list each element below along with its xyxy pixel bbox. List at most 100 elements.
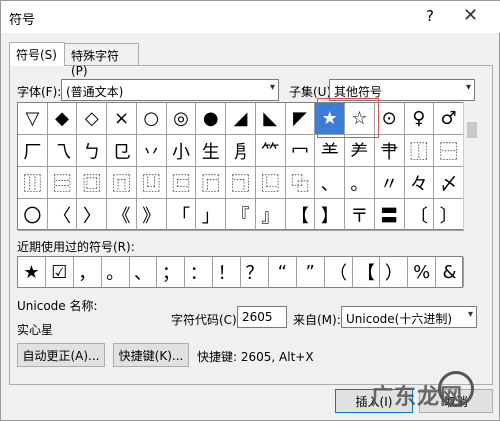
recent-symbol-cell[interactable]: 【 <box>353 257 381 287</box>
symbol-cell[interactable]: 々 <box>404 167 435 199</box>
symbol-grid: ▽ ◆ ◇ × ○ ◎ ● ◢ ◣ ◤ ★ ☆ ⊙ ♀ ♂ 厂乁ㄅ㔾丷小生㐆⺮冖⺷⺶⺺⿰⿱⿲⿳⿴⿵⿶⿷⿸⿹⿺⿻… <box>17 102 479 231</box>
recent-symbol-cell[interactable]: ” <box>297 257 325 287</box>
symbol-cell[interactable]: ◤ <box>285 103 316 135</box>
symbol-cell[interactable]: ⿷ <box>166 167 197 199</box>
symbol-cell[interactable]: ◎ <box>166 103 197 135</box>
symbol-cell[interactable]: 〈 <box>47 199 78 231</box>
recent-symbol-cell[interactable]: 、 <box>130 257 158 287</box>
recent-symbol-cell[interactable]: ： <box>185 257 214 287</box>
recent-symbol-cell[interactable]: “ <box>269 257 297 287</box>
symbol-cell[interactable]: ⿱ <box>434 135 464 167</box>
dialog-title: 符号 <box>9 13 36 28</box>
tab-special-characters[interactable]: 特殊字符(P) <box>65 43 139 78</box>
recent-symbol-cell[interactable]: % <box>408 257 437 287</box>
recent-symbol-cell[interactable]: ） <box>380 257 409 287</box>
symbol-cell[interactable]: 〒 <box>345 199 375 231</box>
recent-symbol-cell[interactable]: ★ <box>18 257 46 287</box>
symbol-cell[interactable]: ♂ <box>434 103 464 135</box>
symbol-cell[interactable]: 丷 <box>136 135 167 167</box>
from-select[interactable]: Unicode(十六进制) ▾ <box>341 306 477 328</box>
scrollbar-thumb[interactable] <box>467 122 477 138</box>
recent-symbol-cell[interactable]: 。 <box>102 257 130 287</box>
symbol-cell[interactable]: ⿰ <box>404 135 435 167</box>
close-icon[interactable]: ✕ <box>463 5 478 26</box>
symbol-cell[interactable]: 《 <box>107 199 137 231</box>
symbol-cell[interactable]: 生 <box>196 135 227 167</box>
symbol-cell[interactable]: 冖 <box>285 135 316 167</box>
symbol-cell[interactable]: ◆ <box>47 103 78 135</box>
symbol-cell[interactable]: 〆 <box>434 167 464 199</box>
symbol-cell[interactable]: ◣ <box>255 103 286 135</box>
chevron-down-icon: ▾ <box>467 309 473 320</box>
symbol-cell[interactable]: × <box>107 103 137 135</box>
symbol-cell[interactable]: ⿻ <box>285 167 316 199</box>
symbol-cell[interactable]: ㄅ <box>77 135 108 167</box>
symbol-cell[interactable]: ⿹ <box>226 167 256 199</box>
symbol-cell[interactable]: 㐆 <box>226 135 256 167</box>
symbol-cell[interactable]: ◢ <box>226 103 256 135</box>
subset-select-value: 其他符号 <box>334 85 383 99</box>
recent-symbol-cell[interactable]: ！ <box>213 257 241 287</box>
recent-symbol-cell[interactable]: & <box>436 257 464 287</box>
recent-symbol-cell[interactable]: ？ <box>241 257 269 287</box>
watermark-logo <box>438 371 474 407</box>
symbol-cell[interactable]: ⿴ <box>77 167 108 199</box>
symbol-cell[interactable]: 厂 <box>18 135 48 167</box>
symbol-grid-scrollbar[interactable] <box>463 102 479 230</box>
symbol-cell[interactable]: ⺺ <box>374 135 405 167</box>
symbol-cell[interactable]: ♀ <box>404 103 435 135</box>
symbol-cell[interactable]: 〔 <box>404 199 435 231</box>
symbol-cell[interactable]: ⿸ <box>196 167 227 199</box>
symbol-cell[interactable]: ⿵ <box>107 167 137 199</box>
symbol-cell[interactable]: 『 <box>226 199 256 231</box>
shortcut-key-button[interactable]: 快捷键(K)... <box>113 343 189 367</box>
symbol-cell[interactable]: ◇ <box>77 103 108 135</box>
symbol-cell[interactable]: 」 <box>196 199 227 231</box>
recent-symbol-cell[interactable]: ； <box>157 257 186 287</box>
symbol-cell[interactable]: 㔾 <box>107 135 137 167</box>
char-code-input[interactable]: 2605 <box>237 306 287 328</box>
recent-symbol-cell[interactable]: （ <box>325 257 353 287</box>
symbol-cell[interactable]: ⊙ <box>374 103 405 135</box>
symbol-cell[interactable]: 「 <box>166 199 197 231</box>
symbol-cell[interactable]: 】 <box>315 199 346 231</box>
symbol-cell[interactable]: ⺮ <box>255 135 286 167</box>
recent-symbol-cell[interactable]: ☑ <box>46 257 74 287</box>
chevron-down-icon: ▾ <box>269 82 275 93</box>
symbol-cell[interactable]: ● <box>196 103 227 135</box>
font-select-value: (普通文本) <box>66 85 124 99</box>
symbol-cell[interactable]: 、 <box>315 167 346 199</box>
symbol-cell[interactable]: ⿺ <box>255 167 286 199</box>
symbol-cell[interactable]: 〃 <box>374 167 405 199</box>
symbol-cell[interactable]: ⿲ <box>18 167 48 199</box>
symbol-cell[interactable]: ⿳ <box>47 167 78 199</box>
symbol-cell[interactable]: 》 <box>136 199 167 231</box>
symbol-cell[interactable]: 〕 <box>434 199 464 231</box>
font-select[interactable]: (普通文本) ▾ <box>61 79 279 101</box>
recent-symbols-row: ★ ☑，。、；：！？ “” （【）% & <box>17 256 464 288</box>
symbol-cell[interactable]: ○ <box>136 103 167 135</box>
recent-symbols-label: 近期使用过的符号(R): <box>17 240 135 254</box>
recent-symbol-cell[interactable]: ， <box>74 257 102 287</box>
symbol-cell[interactable]: ⺷ <box>315 135 346 167</box>
symbol-cell[interactable]: 〇 <box>18 199 48 231</box>
symbol-cell[interactable]: 乁 <box>47 135 78 167</box>
tab-symbols[interactable]: 符号(S) <box>9 42 65 66</box>
title-bar: 符号 ? ✕ <box>1 1 500 33</box>
help-icon[interactable]: ? <box>426 7 434 25</box>
symbol-cell[interactable]: 小 <box>166 135 197 167</box>
unicode-name-value: 实心星 <box>17 323 54 337</box>
autocorrect-button[interactable]: 自动更正(A)... <box>17 343 105 367</box>
symbol-cell[interactable]: 〓 <box>374 199 405 231</box>
symbol-cell[interactable]: 【 <box>285 199 316 231</box>
symbol-cell[interactable]: 』 <box>255 199 286 231</box>
selection-highlight-annotation <box>317 98 379 138</box>
symbol-cell[interactable]: 〉 <box>77 199 108 231</box>
symbol-dialog: 符号 ? ✕ 符号(S) 特殊字符(P) 字体(F): (普通文本) ▾ 子集(… <box>0 0 500 421</box>
symbol-cell[interactable]: ⺶ <box>345 135 375 167</box>
chevron-down-icon: ▾ <box>465 82 471 93</box>
shortcut-key-text: 快捷键: 2605, Alt+X <box>197 350 314 364</box>
symbol-cell[interactable]: 。 <box>345 167 375 199</box>
symbol-cell[interactable]: ⿶ <box>136 167 167 199</box>
symbol-cell[interactable]: ▽ <box>18 103 48 135</box>
